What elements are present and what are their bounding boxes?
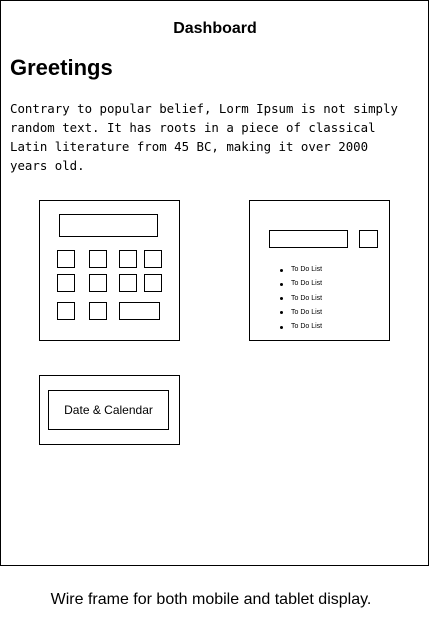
- todo-list-item[interactable]: To Do List: [280, 292, 322, 306]
- todo-list-item[interactable]: To Do List: [280, 320, 322, 334]
- calculator-display: [59, 214, 158, 237]
- calculator-key[interactable]: [119, 250, 137, 268]
- todo-input[interactable]: [269, 230, 348, 248]
- todo-list: To Do List To Do List To Do List To Do L…: [280, 263, 322, 334]
- calculator-key[interactable]: [144, 250, 162, 268]
- todo-list-item[interactable]: To Do List: [280, 306, 322, 320]
- figure-caption: Wire frame for both mobile and tablet di…: [50, 591, 372, 608]
- calculator-key[interactable]: [89, 274, 107, 292]
- intro-paragraph: Contrary to popular belief, Lorm Ipsum i…: [10, 101, 398, 173]
- todo-list-item[interactable]: To Do List: [280, 263, 322, 277]
- calculator-key[interactable]: [89, 250, 107, 268]
- calculator-key-wide[interactable]: [119, 302, 160, 320]
- todo-add-button[interactable]: [359, 230, 378, 248]
- calculator-key[interactable]: [57, 302, 75, 320]
- page-title: Dashboard: [173, 20, 257, 37]
- todo-list-item[interactable]: To Do List: [280, 277, 322, 291]
- calculator-key[interactable]: [119, 274, 137, 292]
- calculator-key[interactable]: [57, 250, 75, 268]
- calculator-key[interactable]: [57, 274, 75, 292]
- calculator-key[interactable]: [144, 274, 162, 292]
- calendar-button[interactable]: Date & Calendar: [48, 390, 169, 430]
- calculator-key[interactable]: [89, 302, 107, 320]
- greeting-heading: Greetings: [10, 55, 113, 80]
